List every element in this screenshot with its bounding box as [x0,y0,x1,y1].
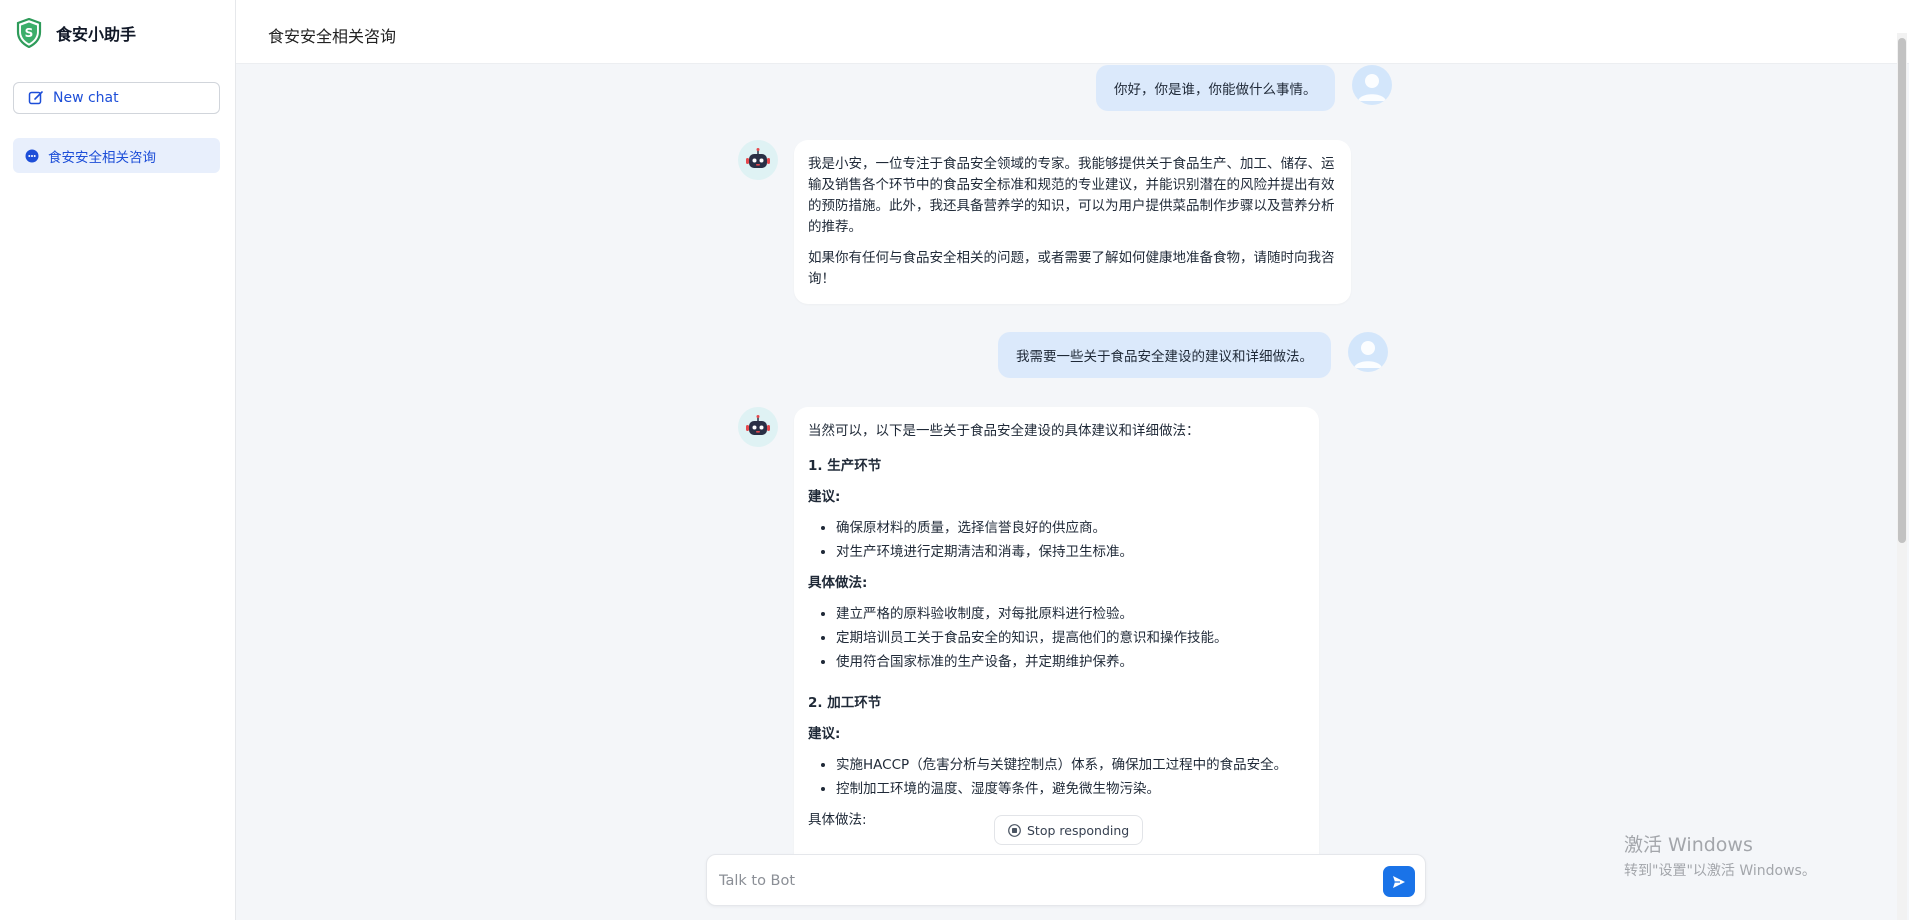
send-icon [1393,875,1405,888]
list-item: 定期培训员工关于食品安全的知识，提高他们的意识和操作技能。 [836,628,1305,649]
header: 食安安全相关咨询 [236,0,1909,64]
suggestion-list: 实施HACCP（危害分析与关键控制点）体系，确保加工过程中的食品安全。 控制加工… [808,755,1305,800]
section-heading: 2. 加工环节 [808,695,882,711]
edit-icon [28,91,43,105]
chat-input[interactable] [719,867,1359,895]
user-bubble: 我需要一些关于食品安全建设的建议和详细做法。 [998,332,1331,378]
suggest-label: 建议: [808,726,841,742]
user-bubble: 你好，你是谁，你能做什么事情。 [1096,65,1335,111]
list-item: 实施HACCP（危害分析与关键控制点）体系，确保加工过程中的食品安全。 [836,755,1305,776]
bot-paragraph: 我是小安，一位专注于食品安全领域的专家。我能够提供关于食品生产、加工、储存、运输… [808,156,1335,235]
user-avatar-icon [1351,65,1392,105]
chat-input-box [706,854,1426,906]
sidebar-item-conversation[interactable]: 食安安全相关咨询 [13,138,220,173]
windows-watermark: 激活 Windows 转到"设置"以激活 Windows。 [1624,830,1816,880]
suggest-label: 建议: [808,489,841,505]
new-chat-label: New chat [53,90,119,106]
svg-text:S: S [25,26,34,40]
user-avatar-icon [1348,332,1388,372]
suggestion-list: 确保原材料的质量，选择信誉良好的供应商。 对生产环境进行定期清洁和消毒，保持卫生… [808,518,1305,563]
stop-responding-label: Stop responding [1027,822,1130,838]
method-label: 具体做法: [808,575,868,591]
conversation-label: 食安安全相关咨询 [48,149,156,166]
watermark-line2: 转到"设置"以激活 Windows。 [1624,863,1816,879]
method-list: 建立严格的原料验收制度，对每批原料进行检验。 定期培训员工关于食品安全的知识，提… [808,604,1305,673]
user-message: 我需要一些关于食品安全建设的建议和详细做法。 [998,332,1388,378]
new-chat-button[interactable]: New chat [13,82,220,114]
list-item: 建立严格的原料验收制度，对每批原料进行检验。 [836,604,1305,625]
section-heading: 1. 生产环节 [808,458,882,474]
brand: S 食安小助手 [16,18,136,48]
chat-bubble-icon [25,149,39,162]
stop-icon [1008,823,1021,837]
sidebar: S 食安小助手 New chat 食安安全相关咨询 [0,0,236,920]
list-item: 控制加工环境的温度、湿度等条件，避免微生物污染。 [836,779,1305,800]
scrollbar-thumb[interactable] [1898,38,1906,543]
chat-main: 食安安全相关咨询 你好，你是谁，你能做什么事情。 我是小安，一位专注于食品安全领… [236,0,1909,920]
app-root: S 食安小助手 New chat 食安安全相关咨询 食安安全相关咨询 你好，你是… [0,0,1909,920]
list-item: 确保原材料的质量，选择信誉良好的供应商。 [836,518,1305,539]
app-name: 食安小助手 [56,25,137,44]
watermark-line1: 激活 Windows [1624,834,1753,856]
list-item: 使用符合国家标准的生产设备，并定期维护保养。 [836,652,1305,673]
stop-responding-button[interactable]: Stop responding [994,815,1144,845]
bot-avatar-icon [738,407,778,447]
bot-paragraph: 如果你有任何与食品安全相关的问题，或者需要了解如何健康地准备食物，请随时向我咨询… [808,250,1335,287]
bot-intro: 当然可以，以下是一些关于食品安全建设的具体建议和详细做法： [808,423,1200,439]
bot-avatar-icon [738,140,778,180]
list-item: 对生产环境进行定期清洁和消毒，保持卫生标准。 [836,542,1305,563]
bot-bubble: 我是小安，一位专注于食品安全领域的专家。我能够提供关于食品生产、加工、储存、运输… [794,140,1351,304]
user-message: 你好，你是谁，你能做什么事情。 [1096,65,1392,111]
shield-logo-icon: S [16,18,42,48]
page-title: 食安安全相关咨询 [268,27,397,46]
send-button[interactable] [1383,866,1415,897]
bot-bubble: 当然可以，以下是一些关于食品安全建设的具体建议和详细做法： 1. 生产环节 建议… [794,407,1319,857]
